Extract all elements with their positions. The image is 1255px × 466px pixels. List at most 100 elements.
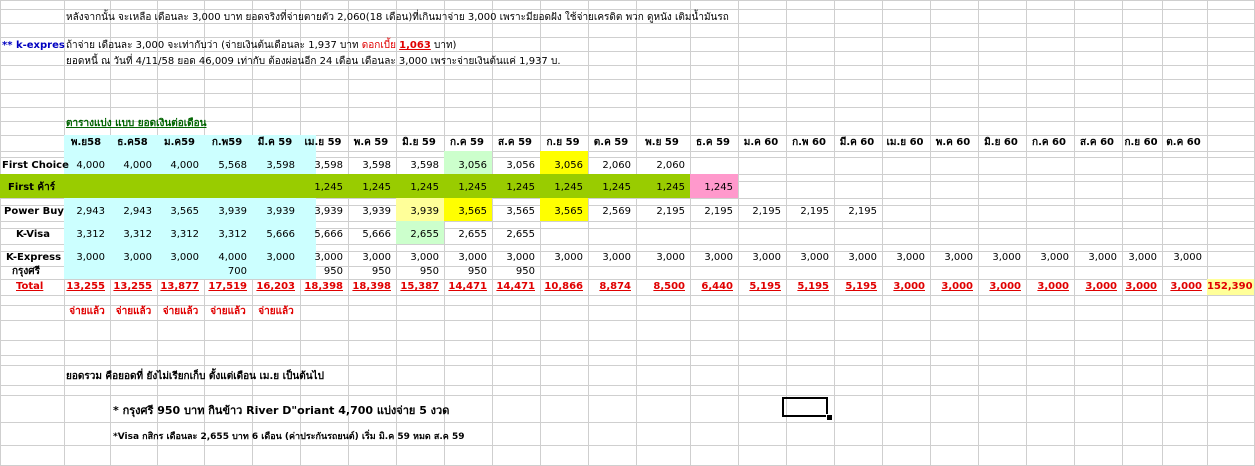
total-cell[interactable]: 14,471 — [492, 279, 535, 295]
total-cell[interactable]: 3,000 — [1162, 279, 1202, 295]
table-cell[interactable]: 2,195 — [786, 204, 829, 220]
month-header[interactable]: ก.พ 60 — [788, 135, 830, 151]
table-cell[interactable]: 3,000 — [786, 250, 829, 266]
month-header[interactable]: ก.ย 59 — [542, 135, 584, 151]
table-cell[interactable]: 950 — [492, 264, 535, 280]
table-cell[interactable]: 2,195 — [636, 204, 685, 220]
footer-line-1[interactable]: ยอดรวม คือยอดที่ ยังไม่เรียกเก็บ ตั้งแต่… — [66, 370, 324, 384]
month-header[interactable]: ม.ค59 — [159, 135, 200, 151]
table-cell[interactable]: 3,565 — [444, 204, 487, 220]
month-header[interactable]: ต.ค 60 — [1164, 135, 1203, 151]
total-cell[interactable]: 13,877 — [157, 279, 199, 295]
month-header[interactable]: มิ.ย 59 — [398, 135, 440, 151]
total-cell[interactable]: 18,398 — [300, 279, 343, 295]
table-cell[interactable]: 3,000 — [738, 250, 781, 266]
note-line-1[interactable]: หลังจากนั้น จะเหลือ เดือนละ 3,000 บาท ยอ… — [66, 11, 729, 25]
footer-line-3[interactable]: *Visa กสิกร เดือนละ 2,655 บาท 6 เดือน (ค… — [113, 430, 464, 444]
total-cell[interactable]: 5,195 — [786, 279, 829, 295]
table-cell[interactable]: 3,000 — [636, 250, 685, 266]
table-cell[interactable]: 3,598 — [252, 158, 295, 174]
row-label[interactable]: กรุงศรี — [12, 264, 74, 280]
paid-label[interactable]: จ่ายแล้ว — [66, 304, 108, 320]
month-header[interactable]: มี.ค 59 — [254, 135, 296, 151]
table-cell[interactable]: 1,245 — [588, 180, 631, 196]
table-cell[interactable]: 3,312 — [157, 227, 199, 243]
table-cell[interactable]: 1,245 — [444, 180, 487, 196]
table-cell[interactable]: 3,000 — [252, 250, 295, 266]
table-title[interactable]: ตารางแบ่ง แบบ ยอดเงินต่อเดือน — [66, 117, 207, 131]
table-cell[interactable]: 3,565 — [157, 204, 199, 220]
paid-label[interactable]: จ่ายแล้ว — [112, 304, 155, 320]
total-cell[interactable]: 17,519 — [204, 279, 247, 295]
month-header[interactable]: พ.ย 59 — [638, 135, 686, 151]
total-cell[interactable]: 3,000 — [978, 279, 1021, 295]
footer-line-2[interactable]: * กรุงศรี 950 บาท กินข้าว River D"oriant… — [113, 404, 449, 418]
table-cell[interactable]: 4,000 — [157, 158, 199, 174]
table-cell[interactable]: 3,056 — [444, 158, 487, 174]
table-cell[interactable]: 3,598 — [348, 158, 391, 174]
grand-total[interactable]: 152,390 — [1207, 279, 1253, 295]
total-cell[interactable]: 3,000 — [1074, 279, 1117, 295]
month-header[interactable]: ส.ค 59 — [494, 135, 536, 151]
total-cell[interactable]: 3,000 — [882, 279, 925, 295]
month-header[interactable]: พ.ย58 — [66, 135, 106, 151]
table-cell[interactable]: 3,565 — [540, 204, 583, 220]
total-cell[interactable]: 13,255 — [110, 279, 152, 295]
table-cell[interactable]: 2,655 — [396, 227, 439, 243]
total-label[interactable]: Total — [16, 279, 62, 295]
table-cell[interactable]: 3,939 — [252, 204, 295, 220]
month-header[interactable]: เม.ย 60 — [884, 135, 926, 151]
month-header[interactable]: พ.ค 60 — [932, 135, 974, 151]
table-cell[interactable]: 3,939 — [348, 204, 391, 220]
total-cell[interactable]: 13,255 — [64, 279, 105, 295]
table-cell[interactable]: 3,000 — [540, 250, 583, 266]
table-cell[interactable]: 2,569 — [588, 204, 631, 220]
month-header[interactable]: มี.ค 60 — [836, 135, 878, 151]
table-cell[interactable]: 3,000 — [1162, 250, 1202, 266]
table-cell[interactable]: 1,245 — [540, 180, 583, 196]
table-cell[interactable]: 2,060 — [636, 158, 685, 174]
table-cell[interactable]: 5,666 — [300, 227, 343, 243]
table-cell[interactable]: 2,195 — [690, 204, 733, 220]
table-cell[interactable]: 3,565 — [492, 204, 535, 220]
month-header[interactable]: ม.ค 60 — [740, 135, 782, 151]
month-header[interactable]: พ.ค 59 — [350, 135, 392, 151]
kexpress-tag[interactable]: ** k-expres — [2, 39, 65, 53]
table-cell[interactable]: 1,245 — [348, 180, 391, 196]
total-cell[interactable]: 8,500 — [636, 279, 685, 295]
row-label[interactable]: First Choice — [2, 158, 69, 174]
table-cell[interactable]: 3,000 — [1026, 250, 1069, 266]
table-cell[interactable]: 950 — [348, 264, 391, 280]
table-cell[interactable]: 2,060 — [588, 158, 631, 174]
table-cell[interactable]: 700 — [204, 264, 247, 280]
month-header[interactable]: ก.ค 60 — [1028, 135, 1070, 151]
table-cell[interactable]: 3,000 — [978, 250, 1021, 266]
row-label[interactable]: First ค้าร์ — [8, 180, 70, 196]
table-cell[interactable]: 3,312 — [204, 227, 247, 243]
table-cell[interactable]: 2,195 — [738, 204, 781, 220]
table-cell[interactable]: 3,000 — [882, 250, 925, 266]
total-cell[interactable]: 18,398 — [348, 279, 391, 295]
table-cell[interactable]: 2,195 — [834, 204, 877, 220]
table-cell[interactable]: 5,666 — [348, 227, 391, 243]
month-header[interactable]: เม.ย 59 — [302, 135, 344, 151]
table-cell[interactable]: 3,598 — [396, 158, 439, 174]
total-cell[interactable]: 3,000 — [1122, 279, 1157, 295]
month-header[interactable]: ส.ค 60 — [1076, 135, 1118, 151]
note-line-2[interactable]: ถ้าจ่าย เดือนละ 3,000 จะเท่ากับว่า (จ่าย… — [66, 39, 456, 53]
paid-label[interactable]: จ่ายแล้ว — [254, 304, 298, 320]
table-cell[interactable]: 3,939 — [300, 204, 343, 220]
total-cell[interactable]: 10,866 — [540, 279, 583, 295]
table-cell[interactable]: 3,312 — [64, 227, 105, 243]
table-cell[interactable]: 1,245 — [690, 180, 733, 196]
table-cell[interactable]: 950 — [444, 264, 487, 280]
total-cell[interactable]: 15,387 — [396, 279, 439, 295]
table-cell[interactable]: 4,000 — [110, 158, 152, 174]
table-cell[interactable]: 3,000 — [1074, 250, 1117, 266]
table-cell[interactable]: 3,056 — [540, 158, 583, 174]
table-cell[interactable]: 950 — [300, 264, 343, 280]
spreadsheet[interactable]: หลังจากนั้น จะเหลือ เดือนละ 3,000 บาท ยอ… — [0, 0, 1255, 466]
table-cell[interactable]: 1,245 — [492, 180, 535, 196]
paid-label[interactable]: จ่ายแล้ว — [206, 304, 250, 320]
table-cell[interactable]: 3,000 — [157, 250, 199, 266]
